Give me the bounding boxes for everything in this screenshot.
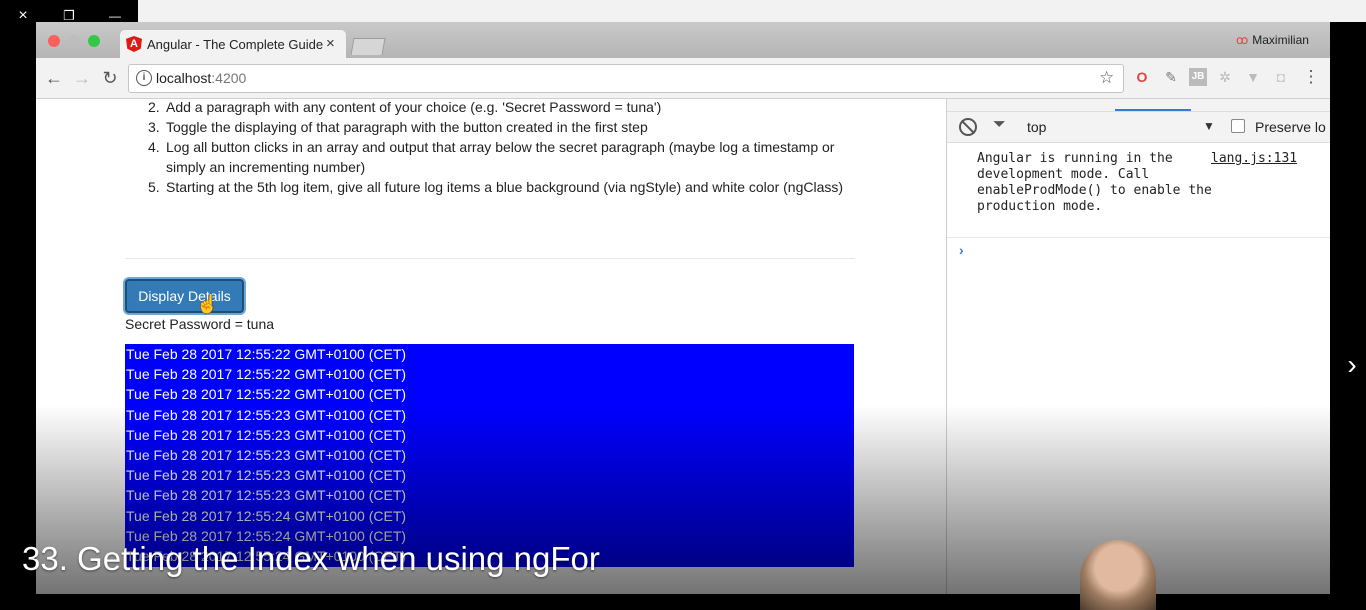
console-toolbar: ⏷ top ▼ Preserve lo — [947, 112, 1330, 143]
source-link[interactable]: lang.js:131 — [1211, 151, 1297, 166]
devtools-tab-strip — [947, 99, 1330, 112]
forward-icon[interactable]: → — [71, 67, 93, 89]
reload-icon[interactable]: ↻ — [99, 67, 121, 89]
address-bar[interactable]: i localhost:4200 ☆ — [128, 64, 1124, 93]
tab-close-icon[interactable]: × — [326, 35, 335, 52]
preserve-log-checkbox[interactable] — [1231, 119, 1245, 133]
url-text[interactable]: localhost:4200 — [156, 70, 246, 86]
list-item: 3. Toggle the displaying of that paragrap… — [148, 119, 648, 135]
player-top-strip — [138, 0, 1366, 22]
log-item: Tue Feb 28 2017 12:55:22 GMT+0100 (CET) — [126, 366, 407, 383]
minimize-traffic-light-icon[interactable] — [68, 35, 80, 47]
eyedropper-extension-icon[interactable]: ✎ — [1162, 68, 1180, 86]
click-log-list: Tue Feb 28 2017 12:55:22 GMT+0100 (CET) … — [125, 344, 854, 567]
list-item: 4. Log all button clicks in an array and … — [148, 139, 835, 175]
site-info-icon[interactable]: i — [136, 70, 152, 86]
console-prompt-icon[interactable]: › — [959, 242, 964, 258]
browser-menu-icon[interactable]: ⋮ — [1302, 68, 1320, 86]
log-item: Tue Feb 28 2017 12:55:23 GMT+0100 (CET) — [126, 487, 407, 504]
log-item: Tue Feb 28 2017 12:55:23 GMT+0100 (CET) — [126, 467, 407, 484]
close-window-icon[interactable]: × — [13, 6, 33, 26]
url-host: localhost — [156, 70, 212, 86]
console-separator — [947, 237, 1330, 238]
page-content: 2. Add a paragraph with any content of yo… — [36, 99, 946, 594]
bookmark-star-icon[interactable]: ☆ — [1099, 68, 1114, 88]
tab-bar: A Angular - The Complete Guide × ꝏ Maximi… — [36, 22, 1330, 58]
devtools-panel: ⏷ top ▼ Preserve lo Angular is running i… — [946, 99, 1330, 594]
log-item: Tue Feb 28 2017 12:55:22 GMT+0100 (CET) — [126, 386, 407, 403]
close-traffic-light-icon[interactable] — [48, 35, 60, 47]
hand-cursor-icon: ☝ — [196, 294, 219, 314]
console-tab-indicator — [1115, 109, 1191, 111]
cast-extension-icon[interactable]: ◘ — [1272, 68, 1290, 86]
active-tab[interactable]: A Angular - The Complete Guide × — [120, 30, 346, 58]
secret-paragraph: Secret Password = tuna — [125, 316, 275, 332]
new-tab-button[interactable] — [350, 38, 386, 55]
log-item: Tue Feb 28 2017 12:55:22 GMT+0100 (CET) — [126, 346, 407, 362]
assignment-steps: 2. Add a paragraph with any content of yo… — [126, 99, 866, 197]
console-message: Angular is running in the development mo… — [977, 151, 1212, 214]
opera-extension-icon[interactable]: O — [1133, 68, 1151, 86]
lecture-title: 33. Getting the Index when using ngFor — [22, 540, 600, 577]
browser-toolbar: ← → ↻ i localhost:4200 ☆ O ✎ JB ✲ ▼ ◘ ⋮ — [36, 58, 1330, 99]
back-icon[interactable]: ← — [43, 67, 65, 89]
url-port: :4200 — [211, 70, 247, 86]
profile-icon: ꝏ — [1236, 33, 1249, 47]
player-right-edge — [1330, 22, 1366, 594]
filter-icon[interactable]: ⏷ — [993, 116, 1006, 134]
angular-logo-icon: A — [126, 36, 142, 52]
zoom-traffic-light-icon[interactable] — [88, 35, 100, 47]
list-item: 2. Add a paragraph with any content of yo… — [148, 99, 662, 115]
browser-window: A Angular - The Complete Guide × ꝏ Maximi… — [36, 22, 1330, 594]
jetbrains-extension-icon[interactable]: JB — [1189, 68, 1207, 86]
settings-extension-icon[interactable]: ✲ — [1216, 68, 1234, 86]
clear-console-icon[interactable] — [959, 118, 977, 136]
instructor-webcam — [1080, 540, 1156, 610]
chevron-down-icon[interactable]: ▼ — [1203, 119, 1215, 133]
log-item: Tue Feb 28 2017 12:55:24 GMT+0100 (CET) — [126, 507, 407, 524]
context-selector[interactable]: top — [1027, 119, 1046, 135]
profile-name: Maximilian — [1252, 33, 1309, 47]
log-item: Tue Feb 28 2017 12:55:23 GMT+0100 (CET) — [126, 406, 407, 423]
display-details-button[interactable]: Display Details — [125, 279, 244, 313]
next-lecture-icon[interactable]: › — [1340, 345, 1364, 385]
vue-extension-icon[interactable]: ▼ — [1244, 68, 1262, 86]
horizontal-rule — [125, 258, 855, 259]
profile-button[interactable]: ꝏ Maximilian — [1236, 33, 1309, 47]
list-item: 5. Starting at the 5th log item, give all… — [148, 179, 844, 195]
tab-title: Angular - The Complete Guide — [147, 37, 324, 52]
log-item: Tue Feb 28 2017 12:55:23 GMT+0100 (CET) — [126, 426, 407, 443]
log-item: Tue Feb 28 2017 12:55:23 GMT+0100 (CET) — [126, 446, 407, 463]
preserve-log-label: Preserve lo — [1255, 119, 1326, 135]
